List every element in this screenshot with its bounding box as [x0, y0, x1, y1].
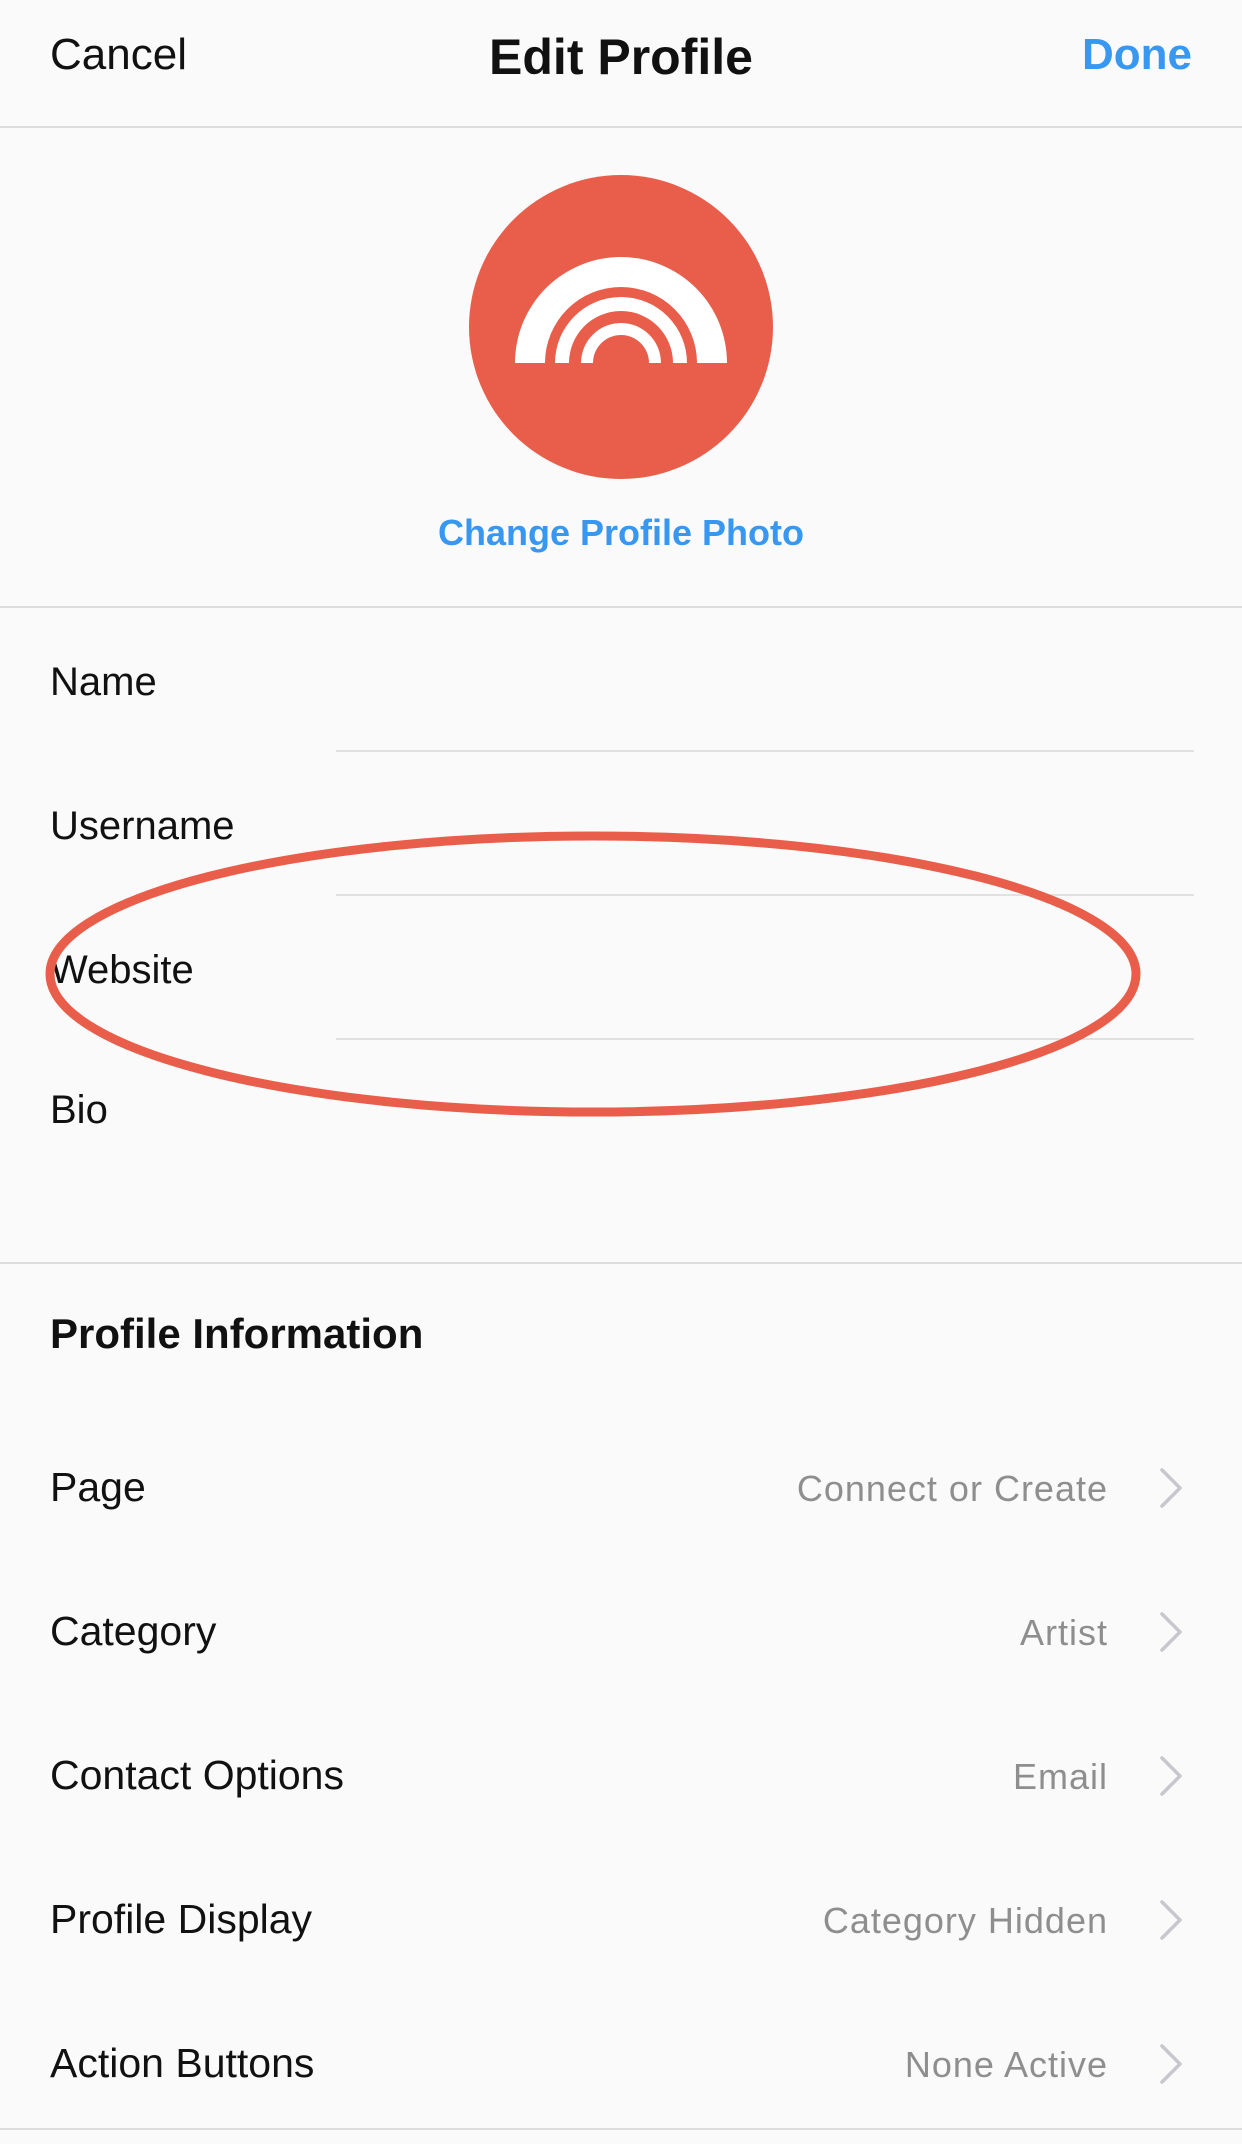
- page-row[interactable]: Page Connect or Create: [0, 1416, 1242, 1560]
- action-buttons-row[interactable]: Action Buttons None Active: [0, 1992, 1242, 2136]
- profile-information-section: Profile Information Page Connect or Crea…: [0, 1264, 1242, 2144]
- username-input[interactable]: [336, 796, 1192, 856]
- change-profile-photo-link[interactable]: Change Profile Photo: [0, 512, 1242, 554]
- page-title: Edit Profile: [489, 29, 753, 85]
- navigation-bar: Cancel Edit Profile Done: [0, 0, 1242, 128]
- website-label: Website: [50, 948, 194, 992]
- bottom-divider: [0, 2128, 1242, 2130]
- chevron-right-icon: [1160, 1756, 1182, 1796]
- field-divider: [336, 894, 1194, 896]
- website-input[interactable]: [336, 940, 1192, 1000]
- profile-display-row[interactable]: Profile Display Category Hidden: [0, 1848, 1242, 1992]
- chevron-right-icon: [1160, 2044, 1182, 2084]
- chevron-right-icon: [1160, 1612, 1182, 1652]
- section-header: Profile Information: [50, 1310, 424, 1357]
- rainbow-logo-icon: [469, 175, 773, 479]
- row-label: Category: [50, 1608, 217, 1654]
- category-row[interactable]: Category Artist: [0, 1560, 1242, 1704]
- profile-photo-section: Change Profile Photo: [0, 128, 1242, 608]
- name-input[interactable]: [336, 652, 1192, 712]
- row-value: Connect or Create: [796, 1468, 1108, 1509]
- row-value: Email: [1012, 1756, 1108, 1797]
- row-value: Artist: [1019, 1612, 1108, 1653]
- done-button[interactable]: Done: [1082, 30, 1192, 80]
- chevron-right-icon: [1160, 1900, 1182, 1940]
- row-label: Contact Options: [50, 1752, 344, 1798]
- profile-avatar[interactable]: [469, 175, 773, 479]
- row-value: None Active: [904, 2044, 1108, 2085]
- bio-label: Bio: [50, 1088, 108, 1132]
- chevron-right-icon: [1160, 1468, 1182, 1508]
- field-divider: [336, 1038, 1194, 1040]
- username-label: Username: [50, 804, 235, 848]
- profile-fields-section: Name Username Website Bio: [0, 608, 1242, 1264]
- name-label: Name: [50, 660, 157, 704]
- row-label: Page: [50, 1464, 146, 1510]
- bio-input[interactable]: [336, 1080, 1192, 1140]
- row-value: Category Hidden: [822, 1900, 1108, 1941]
- field-divider: [336, 750, 1194, 752]
- row-label: Action Buttons: [50, 2040, 315, 2086]
- contact-options-row[interactable]: Contact Options Email: [0, 1704, 1242, 1848]
- row-label: Profile Display: [50, 1896, 313, 1942]
